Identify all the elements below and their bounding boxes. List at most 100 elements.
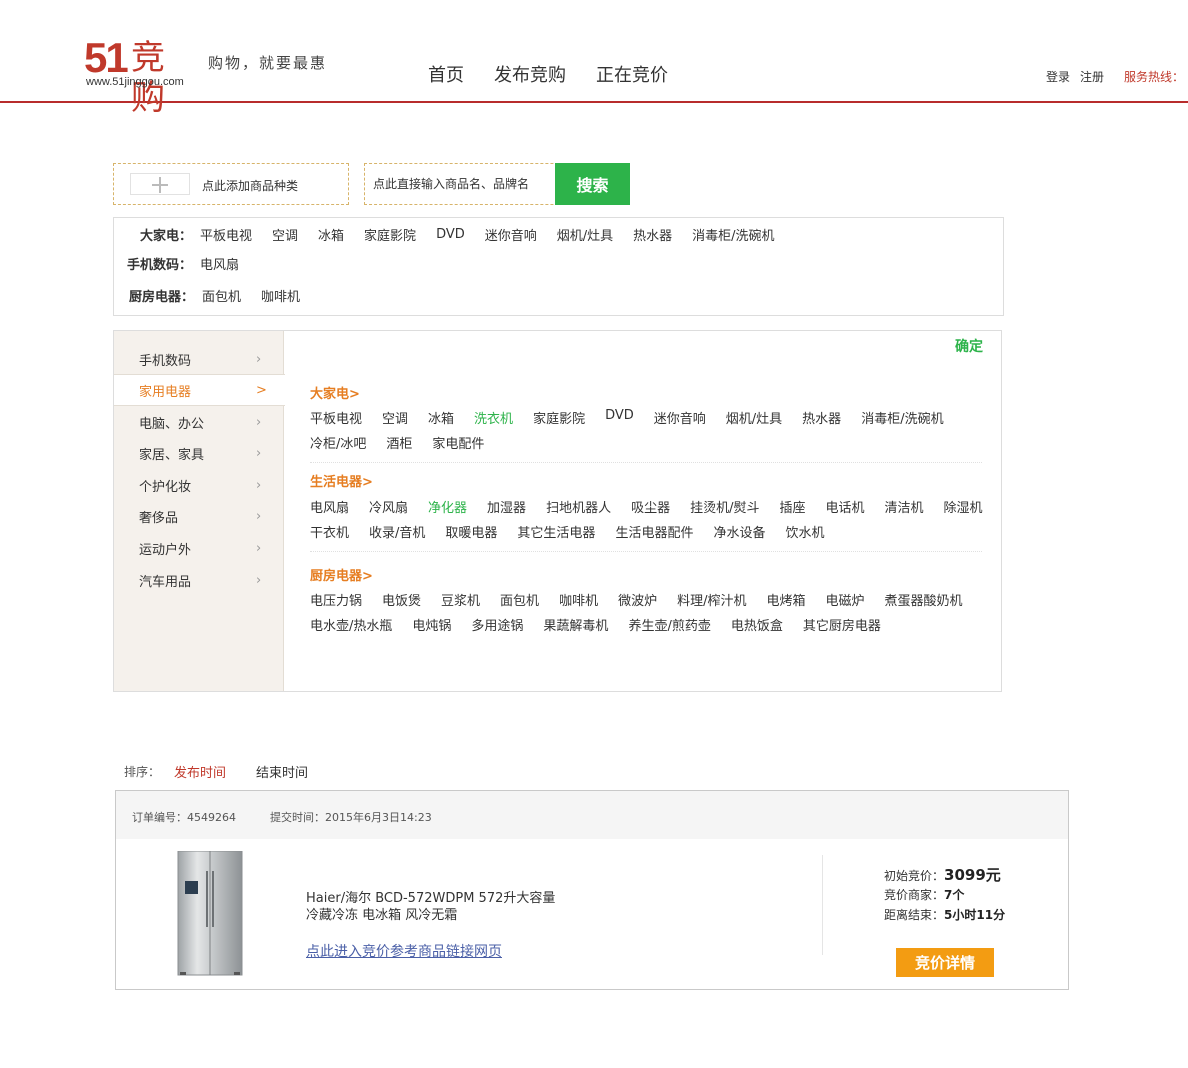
sidebar-item-outdoor[interactable]: 运动户外 ›	[114, 532, 284, 564]
category-option[interactable]: 微波炉	[618, 590, 657, 609]
category-option[interactable]: 煮蛋器酸奶机	[885, 590, 963, 609]
category-option[interactable]: 家电配件	[432, 433, 484, 452]
sidebar-item-phones[interactable]: 手机数码 ›	[114, 343, 284, 375]
category-option[interactable]: 电炖锅	[412, 615, 451, 634]
summary-item[interactable]: 空调	[272, 225, 298, 244]
category-option[interactable]: 多用途锅	[471, 615, 523, 634]
category-option[interactable]: 电热饭盒	[731, 615, 783, 634]
summary-item[interactable]: 电风扇	[200, 254, 239, 273]
group-row: 电压力锅 电饭煲 豆浆机 面包机 咖啡机 微波炉 料理/榨汁机 电烤箱 电磁炉 …	[310, 590, 983, 609]
category-option[interactable]: 饮水机	[785, 522, 824, 541]
reference-link[interactable]: 点此进入竞价参考商品链接网页	[306, 941, 502, 961]
category-option[interactable]: 迷你音响	[654, 408, 706, 427]
summary-item[interactable]: 迷你音响	[485, 225, 537, 244]
add-category-box[interactable]: 点此添加商品种类	[113, 163, 349, 205]
nav-home[interactable]: 首页	[428, 64, 464, 88]
sidebar-item-label: 家居、家具	[139, 447, 205, 463]
summary-item[interactable]: 家庭影院	[364, 225, 416, 244]
bidder-count-value: 7个	[944, 888, 965, 902]
category-option[interactable]: 电烤箱	[766, 590, 805, 609]
group-title[interactable]: 大家电>	[310, 383, 360, 402]
category-option[interactable]: DVD	[605, 408, 634, 427]
category-option[interactable]: 电水壶/热水瓶	[310, 615, 392, 634]
summary-item[interactable]: 消毒柜/洗碗机	[692, 225, 774, 244]
category-option[interactable]: 除湿机	[944, 497, 983, 516]
site-header: 51 竞购 www.51jinggou.com 购物，就要最惠 首页 发布竞购 …	[0, 0, 1188, 119]
category-option[interactable]: 冷柜/冰吧	[310, 433, 366, 452]
category-option[interactable]: 清洁机	[885, 497, 924, 516]
category-option[interactable]: 果蔬解毒机	[543, 615, 608, 634]
product-title[interactable]: Haier/海尔 BCD-572WDPM 572升大容量 冷藏冷冻 电冰箱 风冷…	[306, 890, 566, 924]
search-input[interactable]	[365, 164, 555, 204]
chevron-right-icon: ›	[256, 351, 262, 367]
category-option[interactable]: 电饭煲	[382, 590, 421, 609]
category-option[interactable]: 吸尘器	[631, 497, 670, 516]
summary-item[interactable]: 热水器	[633, 225, 672, 244]
category-option[interactable]: 加湿器	[487, 497, 526, 516]
divider	[310, 462, 982, 463]
category-option[interactable]: 生活电器配件	[615, 522, 693, 541]
order-header: 订单编号：4549264 提交时间：2015年6月3日14:23	[116, 791, 1068, 839]
sidebar-item-furniture[interactable]: 家居、家具 ›	[114, 437, 284, 469]
sidebar-item-auto[interactable]: 汽车用品 ›	[114, 564, 284, 596]
chevron-right-icon: ›	[256, 445, 262, 461]
category-option[interactable]: 酒柜	[386, 433, 412, 452]
sort-by-end-time[interactable]: 结束时间	[256, 762, 308, 781]
category-option[interactable]: 料理/榨汁机	[677, 590, 746, 609]
category-option[interactable]: 平板电视	[310, 408, 362, 427]
category-option[interactable]: 冷风扇	[369, 497, 408, 516]
summary-item[interactable]: 烟机/灶具	[557, 225, 613, 244]
category-option[interactable]: 电话机	[826, 497, 865, 516]
category-option[interactable]: 插座	[779, 497, 805, 516]
category-option-selected[interactable]: 洗衣机	[474, 408, 513, 427]
category-option[interactable]: 热水器	[802, 408, 841, 427]
chevron-right-icon: ›	[256, 572, 262, 588]
plus-icon[interactable]	[130, 173, 190, 195]
category-option[interactable]: 其它生活电器	[517, 522, 595, 541]
category-option[interactable]: 烟机/灶具	[726, 408, 782, 427]
category-option[interactable]: 净水设备	[713, 522, 765, 541]
category-option[interactable]: 取暖电器	[445, 522, 497, 541]
bid-details-button[interactable]: 竞价详情	[896, 948, 994, 977]
category-option[interactable]: 豆浆机	[441, 590, 480, 609]
product-title-line: Haier/海尔 BCD-572WDPM 572升大容量	[306, 891, 556, 906]
sort-by-publish-time[interactable]: 发布时间	[174, 762, 226, 781]
category-option[interactable]: 收录/音机	[369, 522, 425, 541]
category-option[interactable]: 挂烫机/熨斗	[690, 497, 759, 516]
product-image[interactable]	[176, 851, 244, 977]
summary-item[interactable]: 平板电视	[200, 225, 252, 244]
category-option[interactable]: 家庭影院	[533, 408, 585, 427]
start-price-label: 初始竞价：	[884, 869, 945, 883]
category-option[interactable]: 扫地机器人	[546, 497, 611, 516]
group-title[interactable]: 厨房电器>	[310, 565, 373, 584]
sidebar-item-computers[interactable]: 电脑、办公 ›	[114, 406, 284, 438]
group-title[interactable]: 生活电器>	[310, 471, 373, 490]
category-option[interactable]: 电风扇	[310, 497, 349, 516]
nav-publish[interactable]: 发布竞购	[494, 64, 566, 88]
summary-item[interactable]: 咖啡机	[261, 286, 300, 305]
search-button[interactable]: 搜索	[555, 163, 630, 205]
category-option[interactable]: 咖啡机	[559, 590, 598, 609]
sidebar-item-luxury[interactable]: 奢侈品 ›	[114, 500, 284, 532]
category-option[interactable]: 消毒柜/洗碗机	[861, 408, 943, 427]
summary-item[interactable]: DVD	[436, 227, 465, 242]
login-link[interactable]: 登录	[1046, 68, 1070, 85]
category-option[interactable]: 养生壶/煎药壶	[628, 615, 710, 634]
order-time: 提交时间：2015年6月3日14:23	[270, 809, 432, 825]
site-logo[interactable]: 51 竞购 www.51jinggou.com	[84, 36, 196, 119]
nav-bidding[interactable]: 正在竞价	[596, 64, 668, 88]
category-option[interactable]: 电磁炉	[826, 590, 865, 609]
sidebar-item-cosmetics[interactable]: 个护化妆 ›	[114, 469, 284, 501]
confirm-button[interactable]: 确定	[955, 336, 983, 356]
category-option[interactable]: 面包机	[500, 590, 539, 609]
category-option[interactable]: 其它厨房电器	[803, 615, 881, 634]
sidebar-item-home-appliances[interactable]: 家用电器 >	[114, 374, 285, 406]
category-option[interactable]: 电压力锅	[310, 590, 362, 609]
category-option-selected[interactable]: 净化器	[428, 497, 467, 516]
category-option[interactable]: 干衣机	[310, 522, 349, 541]
summary-item[interactable]: 冰箱	[318, 225, 344, 244]
summary-item[interactable]: 面包机	[202, 286, 241, 305]
category-option[interactable]: 空调	[382, 408, 408, 427]
register-link[interactable]: 注册	[1080, 68, 1104, 85]
category-option[interactable]: 冰箱	[428, 408, 454, 427]
